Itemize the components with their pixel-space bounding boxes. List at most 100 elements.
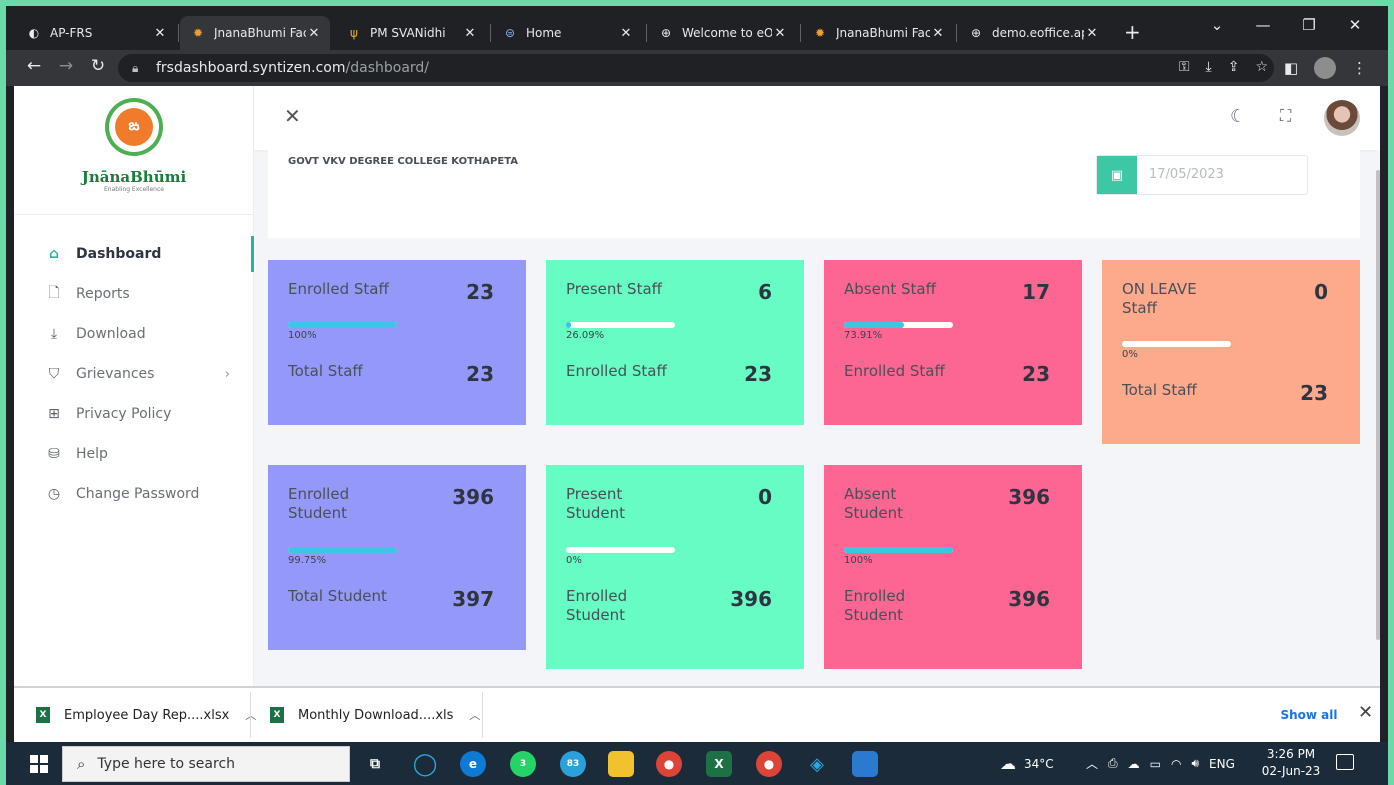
card-value: 23 (466, 280, 494, 304)
tab-strip: ◐ AP-FRS ✕ ✹ JnanaBhumi Facial ✕ ψ PM SV… (6, 6, 1388, 50)
bookmark-star-icon[interactable]: ☆ (1255, 59, 1268, 75)
tab-pm-svanidhi[interactable]: ψ PM SVANidhi ✕ (336, 16, 486, 50)
progress-bar (288, 547, 397, 553)
chrome-icon[interactable]: ● (656, 751, 682, 777)
close-window-button[interactable]: ✕ (1332, 16, 1378, 34)
download-item-monthly-download[interactable]: X Monthly Download....xls ︿ (270, 688, 480, 742)
fullscreen-icon[interactable]: ⛶ (1280, 106, 1291, 126)
card-percent: 0% (566, 555, 582, 566)
password-key-icon[interactable]: ⚿ (1179, 59, 1190, 75)
language-indicator[interactable]: ENG (1209, 757, 1235, 771)
photos-icon[interactable] (852, 751, 878, 777)
forward-button[interactable]: → (54, 56, 78, 76)
tab-close-icon[interactable]: ✕ (306, 26, 322, 41)
profile-avatar[interactable] (1314, 57, 1336, 79)
excel-file-icon: X (36, 707, 50, 723)
whatsapp-icon[interactable]: 3 (510, 751, 536, 777)
reload-button[interactable]: ↻ (86, 56, 110, 76)
side-panel-icon[interactable]: ◧ (1284, 59, 1298, 77)
tab-close-icon[interactable]: ✕ (152, 26, 168, 41)
sidebar-item-reports[interactable]: 🗋 Reports (14, 274, 254, 314)
cortana-icon[interactable]: ◯ (412, 751, 438, 777)
tray-chevron-up-icon[interactable]: ︿ (1086, 755, 1098, 772)
tab-label: AP-FRS (50, 26, 93, 40)
clock-date: 02-Jun-23 (1261, 764, 1321, 778)
tab-home[interactable]: ⊜ Home ✕ (492, 16, 642, 50)
show-all-button[interactable]: Show all (1272, 700, 1346, 730)
tab-welcome-eoffice[interactable]: ⊕ Welcome to eOffi ✕ (648, 16, 796, 50)
close-sidebar-icon[interactable]: ✕ (284, 104, 301, 128)
search-placeholder: Type here to search (97, 756, 236, 772)
dark-mode-moon-icon[interactable]: ☾ (1230, 106, 1246, 127)
brand-tagline: Enabling Excellence (104, 186, 164, 193)
progress-bar (844, 322, 953, 328)
weather-widget[interactable]: ☁ 34°C (1000, 742, 1054, 785)
card-sub-label: Enrolled Student (844, 587, 906, 624)
excel-file-icon: X (270, 707, 284, 723)
brand-logo[interactable]: ఙ JnānaBhūmi Enabling Excellence (74, 96, 194, 206)
sidebar-item-change-password[interactable]: ◷ Change Password (14, 474, 254, 514)
card-label: Present Student (566, 485, 626, 522)
sidebar-item-privacy-policy[interactable]: ⊞ Privacy Policy (14, 394, 254, 434)
task-view-icon[interactable]: ⧉ (362, 751, 388, 777)
tab-demo-eoffice[interactable]: ⊕ demo.eoffice.ap.g ✕ (958, 16, 1108, 50)
page-scrollbar[interactable] (1376, 150, 1380, 686)
battery-icon[interactable]: ▭ (1150, 757, 1161, 771)
card-value: 396 (452, 485, 494, 509)
volume-icon[interactable]: 🔊︎ (1191, 756, 1199, 771)
card-sub-value: 23 (466, 362, 494, 386)
telegram-badge: 83 (566, 759, 580, 769)
sidebar-item-grievances[interactable]: ⛉ Grievances › (14, 354, 254, 394)
filter-card: GOVT VKV DEGREE COLLEGE KOTHAPETA ▣ 17/0… (268, 150, 1360, 238)
close-downloads-icon[interactable]: ✕ (1358, 702, 1373, 723)
sidebar-item-dashboard[interactable]: ⌂ Dashboard (14, 234, 254, 274)
windows-start-icon[interactable] (30, 755, 48, 773)
progress-bar (1122, 341, 1231, 347)
restore-button[interactable]: ❐ (1286, 16, 1332, 34)
url-path: /dashboard/ (345, 60, 430, 76)
scrollbar-thumb[interactable] (1376, 170, 1380, 640)
wifi-icon[interactable]: ◠ (1171, 757, 1181, 771)
chevron-up-icon[interactable]: ︿ (469, 707, 480, 723)
file-explorer-icon[interactable] (608, 751, 634, 777)
minimize-button[interactable]: — (1240, 16, 1286, 34)
sidebar-item-help[interactable]: ⛁ Help (14, 434, 254, 474)
meet-icon[interactable]: ⎙ (1108, 756, 1118, 771)
tab-jnanabhumi-2[interactable]: ✹ JnanaBhumi Facial ✕ (802, 16, 954, 50)
onedrive-cloud-icon[interactable]: ☁ (1128, 757, 1140, 771)
tab-ap-frs[interactable]: ◐ AP-FRS ✕ (16, 16, 176, 50)
user-avatar[interactable] (1324, 100, 1360, 136)
tab-search-chevron-icon[interactable]: ⌄ (1194, 16, 1240, 34)
taskbar-clock[interactable]: 3:26 PM 02-Jun-23 (1256, 746, 1326, 780)
address-bar[interactable]: 🔒︎ frsdashboard.syntizen.com/dashboard/ … (118, 54, 1274, 82)
app-s-logo-icon[interactable]: ◈ (804, 751, 830, 777)
share-icon[interactable]: ⇪ (1228, 59, 1240, 75)
browser-menu-icon[interactable]: ⋮ (1352, 59, 1367, 77)
notification-center-icon[interactable] (1336, 754, 1354, 770)
back-button[interactable]: ← (22, 56, 46, 76)
telegram-icon[interactable]: 83 (560, 751, 586, 777)
edge-browser-icon[interactable]: e (460, 751, 486, 777)
excel-icon[interactable]: X (706, 751, 732, 777)
tab-close-icon[interactable]: ✕ (930, 26, 946, 41)
tab-close-icon[interactable]: ✕ (618, 26, 634, 41)
tab-close-icon[interactable]: ✕ (772, 26, 788, 41)
whatsapp-badge: 3 (519, 759, 527, 769)
page-header: ✕ ☾ ⛶ (254, 86, 1380, 150)
sidebar-item-label: Privacy Policy (76, 406, 172, 422)
new-tab-button[interactable]: + (1124, 20, 1141, 44)
chrome-profile-icon[interactable]: ● (756, 751, 782, 777)
tab-close-icon[interactable]: ✕ (1084, 26, 1100, 41)
taskbar-search-input[interactable]: ⌕ Type here to search (62, 746, 350, 782)
date-picker[interactable]: ▣ 17/05/2023 (1096, 155, 1308, 195)
download-item-employee-day-report[interactable]: X Employee Day Rep....xlsx ︿ (36, 688, 256, 742)
date-value[interactable]: 17/05/2023 (1137, 156, 1224, 194)
calendar-icon[interactable]: ▣ (1097, 156, 1137, 194)
tab-close-icon[interactable]: ✕ (462, 26, 478, 41)
install-app-icon[interactable]: ⤓ (1206, 59, 1212, 75)
card-value: 17 (1022, 280, 1050, 304)
tab-jnanabhumi-active[interactable]: ✹ JnanaBhumi Facial ✕ (180, 16, 330, 50)
card-sub-label: Total Student (288, 587, 387, 605)
system-tray[interactable]: ︿ ⎙ ☁ ▭ ◠ 🔊︎ ENG (1086, 742, 1235, 785)
sidebar-item-download[interactable]: ⤓ Download (14, 314, 254, 354)
